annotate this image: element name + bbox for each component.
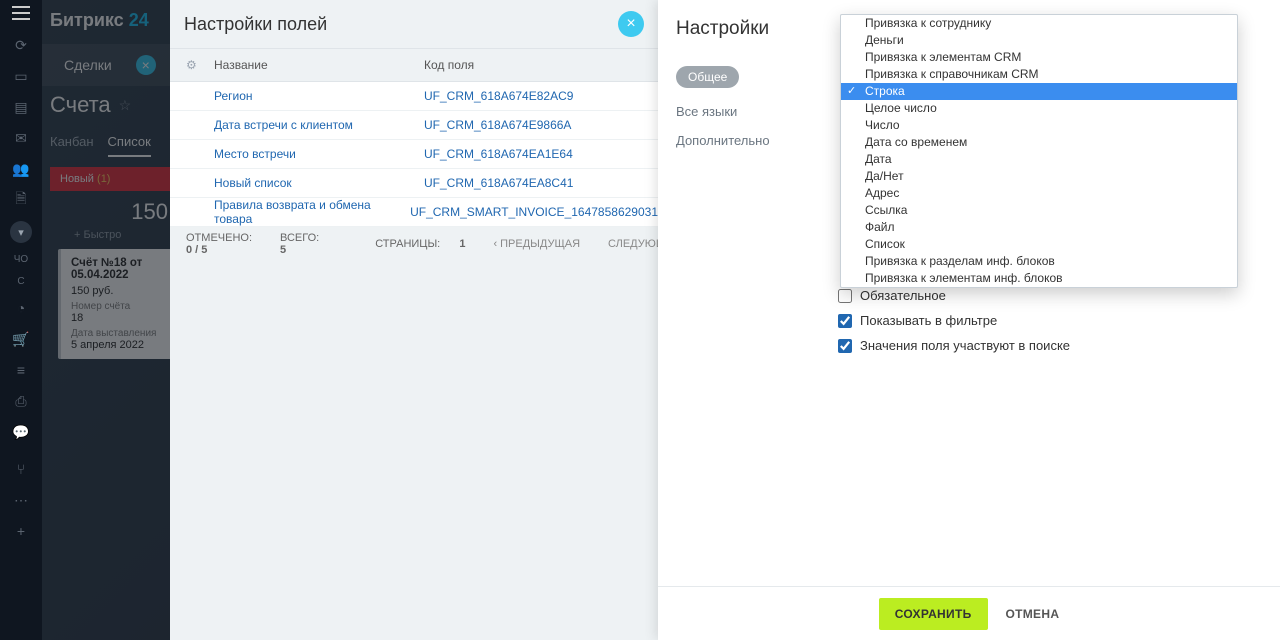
side-tab-additional[interactable]: Дополнительно xyxy=(676,133,838,148)
dropdown-option[interactable]: Привязка к сотруднику xyxy=(841,15,1237,32)
cancel-button[interactable]: ОТМЕНА xyxy=(1006,607,1060,621)
dots-icon[interactable]: ⋯ xyxy=(11,490,31,510)
tree-icon[interactable]: ⑂ xyxy=(11,459,31,479)
row-name[interactable]: Правила возврата и обмена товара xyxy=(214,198,410,226)
chk-filter-label: Показывать в фильтре xyxy=(860,313,997,328)
table-row[interactable]: Новый списокUF_CRM_618A674EA8C41 xyxy=(170,169,658,198)
table-row[interactable]: Дата встречи с клиентомUF_CRM_618A674E98… xyxy=(170,111,658,140)
refresh-icon[interactable]: ⟳ xyxy=(11,35,31,55)
side-tab-languages[interactable]: Все языки xyxy=(676,104,838,119)
side-tab-general[interactable]: Общее xyxy=(676,66,739,88)
appbar-text-cho[interactable]: ЧО xyxy=(14,254,28,265)
gauge-icon[interactable]: ◔ xyxy=(11,298,31,318)
chk-mandatory-label: Обязательное xyxy=(860,288,946,303)
dropdown-option[interactable]: Строка xyxy=(841,83,1237,100)
chk-search-input[interactable] xyxy=(838,339,852,353)
dropdown-option[interactable]: Привязка к элементам CRM xyxy=(841,49,1237,66)
row-name[interactable]: Новый список xyxy=(214,176,424,190)
settings-title: Настройки xyxy=(676,18,838,40)
chk-mandatory[interactable]: Обязательное xyxy=(838,288,1250,303)
appbar: ⟳ ▭ ▤ ✉ 👥 🗎 ▾ ЧО С ◔ 🛒 ≡ ⎙ 💬 ⑂ ⋯ + xyxy=(0,0,42,640)
chk-mandatory-input[interactable] xyxy=(838,289,852,303)
dropdown-option[interactable]: Список xyxy=(841,236,1237,253)
plus-icon[interactable]: + xyxy=(11,521,31,541)
row-name[interactable]: Дата встречи с клиентом xyxy=(214,118,424,132)
menu-icon[interactable] xyxy=(12,6,30,20)
grid-footer: ОТМЕЧЕНО: 0 / 5 ВСЕГО: 5 СТРАНИЦЫ: 1 ‹ПР… xyxy=(170,227,658,261)
grid-header: ⚙ Название Код поля xyxy=(170,48,658,82)
dropdown-option[interactable]: Привязка к разделам инф. блоков xyxy=(841,253,1237,270)
modal-title: Настройки полей xyxy=(184,14,327,35)
dropdown-option[interactable]: Привязка к элементам инф. блоков xyxy=(841,270,1237,287)
settings-sidebar: Настройки Общее Все языки Дополнительно xyxy=(658,0,838,586)
table-row[interactable]: Правила возврата и обмена товараUF_CRM_S… xyxy=(170,198,658,227)
print-icon[interactable]: ⎙ xyxy=(11,391,31,411)
dropdown-option[interactable]: Файл xyxy=(841,219,1237,236)
col-name[interactable]: Название xyxy=(214,58,424,72)
doc-icon[interactable]: 🗎 xyxy=(11,190,31,210)
dropdown-option[interactable]: Привязка к справочникам CRM xyxy=(841,66,1237,83)
gear-icon[interactable]: ⚙ xyxy=(186,58,202,72)
card-icon[interactable]: ▤ xyxy=(11,97,31,117)
dropdown-option[interactable]: Целое число xyxy=(841,100,1237,117)
field-type-dropdown[interactable]: Привязка к сотрудникуДеньгиПривязка к эл… xyxy=(840,14,1238,288)
box-icon[interactable]: ▭ xyxy=(11,66,31,86)
chk-filter[interactable]: Показывать в фильтре xyxy=(838,313,1250,328)
dropdown-option[interactable]: Адрес xyxy=(841,185,1237,202)
save-button[interactable]: СОХРАНИТЬ xyxy=(879,598,988,630)
chat-icon[interactable]: 💬 xyxy=(11,422,31,442)
table-row[interactable]: РегионUF_CRM_618A674E82AC9 xyxy=(170,82,658,111)
close-icon[interactable]: × xyxy=(618,11,644,37)
dropdown-option[interactable]: Дата xyxy=(841,151,1237,168)
grid-body: РегионUF_CRM_618A674E82AC9Дата встречи с… xyxy=(170,82,658,227)
fields-settings-modal: Настройки полей × ⚙ Название Код поля Ре… xyxy=(170,0,658,640)
sliders-icon[interactable]: ≡ xyxy=(11,360,31,380)
dropdown-option[interactable]: Деньги xyxy=(841,32,1237,49)
row-code[interactable]: UF_CRM_618A674EA1E64 xyxy=(424,147,573,161)
filter-icon[interactable]: ▾ xyxy=(10,221,32,243)
col-code[interactable]: Код поля xyxy=(424,58,658,72)
row-code[interactable]: UF_CRM_SMART_INVOICE_1647858629031 xyxy=(410,205,658,219)
dropdown-option[interactable]: Число xyxy=(841,117,1237,134)
dropdown-option[interactable]: Да/Нет xyxy=(841,168,1237,185)
chk-search-label: Значения поля участвуют в поиске xyxy=(860,338,1070,353)
dropdown-option[interactable]: Ссылка xyxy=(841,202,1237,219)
table-row[interactable]: Место встречиUF_CRM_618A674EA1E64 xyxy=(170,140,658,169)
row-code[interactable]: UF_CRM_618A674E82AC9 xyxy=(424,89,573,103)
row-name[interactable]: Место встречи xyxy=(214,147,424,161)
people-icon[interactable]: 👥 xyxy=(11,159,31,179)
row-name[interactable]: Регион xyxy=(214,89,424,103)
mail-icon[interactable]: ✉ xyxy=(11,128,31,148)
cart-icon[interactable]: 🛒 xyxy=(11,329,31,349)
appbar-text-s[interactable]: С xyxy=(17,276,24,287)
dropdown-option[interactable]: Дата со временем xyxy=(841,134,1237,151)
pager-prev[interactable]: ‹ПРЕДЫДУЩАЯ xyxy=(493,238,580,250)
row-code[interactable]: UF_CRM_618A674EA8C41 xyxy=(424,176,573,190)
chk-search[interactable]: Значения поля участвуют в поиске xyxy=(838,338,1250,353)
chk-filter-input[interactable] xyxy=(838,314,852,328)
settings-footer: СОХРАНИТЬ ОТМЕНА xyxy=(658,586,1280,640)
row-code[interactable]: UF_CRM_618A674E9866A xyxy=(424,118,571,132)
